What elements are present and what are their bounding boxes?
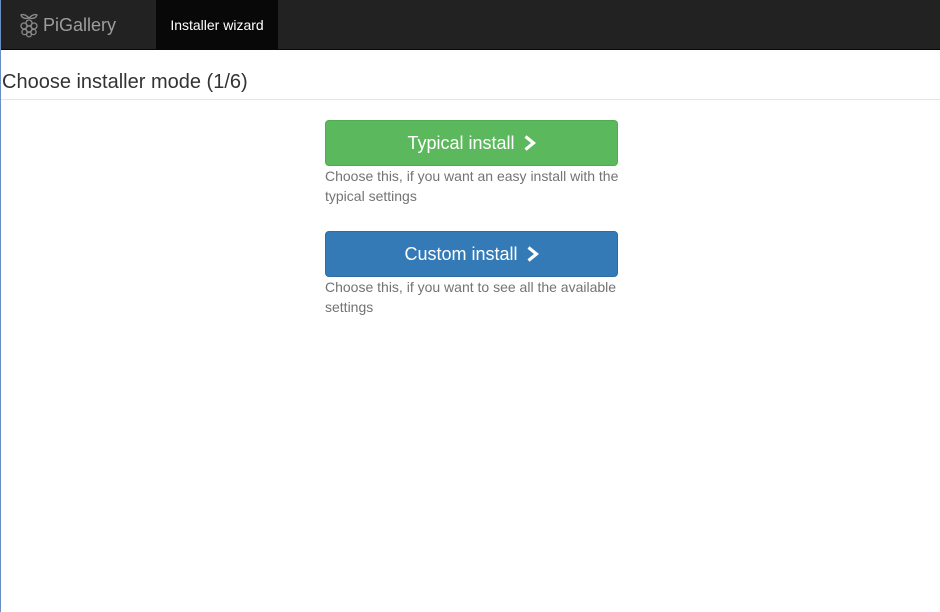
raspberry-icon: [20, 13, 38, 38]
custom-install-button[interactable]: Custom install: [325, 231, 618, 277]
typical-install-label: Typical install: [407, 132, 515, 153]
top-navbar: PiGallery Installer wizard: [1, 0, 940, 50]
chevron-right-icon: [527, 246, 539, 262]
chevron-right-icon: [524, 135, 536, 151]
custom-install-description: Choose this, if you want to see all the …: [325, 279, 617, 315]
typical-install-description: Choose this, if you want an easy install…: [325, 168, 619, 204]
tab-installer-wizard[interactable]: Installer wizard: [156, 0, 278, 49]
brand-link[interactable]: PiGallery: [18, 0, 116, 50]
app-window: PiGallery Installer wizard Choose instal…: [0, 0, 940, 612]
title-divider: [1, 99, 940, 100]
custom-install-label: Custom install: [404, 243, 518, 264]
typical-install-button[interactable]: Typical install: [325, 120, 618, 166]
brand-name: PiGallery: [43, 14, 117, 35]
page-title: Choose installer mode (1/6): [2, 71, 248, 93]
